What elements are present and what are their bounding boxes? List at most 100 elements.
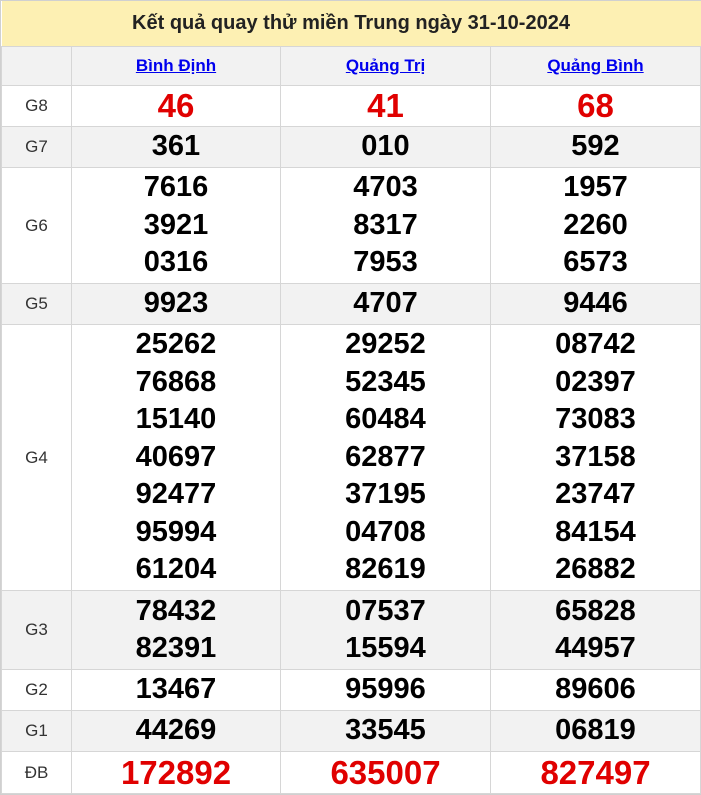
- prize-label: G3: [1, 590, 72, 670]
- prize-row-g5: G5 9923 4707 9446: [1, 283, 701, 325]
- prize-number: 61204: [135, 553, 217, 586]
- prize-label: G2: [1, 669, 72, 711]
- prize-cell-province-1: 78432 82391: [71, 590, 281, 670]
- prize-row-g6: G6 7616 3921 0316 4703 8317 7953 1957 2260 6573: [1, 167, 701, 284]
- prize-label: G8: [1, 85, 72, 127]
- prize-row-g1: G1 44269 33545 06819: [1, 710, 701, 752]
- prize-cell-province-1: 7616 3921 0316: [71, 167, 281, 284]
- prize-label: ĐB: [1, 751, 72, 794]
- prize-cell-province-1: 46: [71, 85, 281, 127]
- prize-label: G7: [1, 126, 72, 168]
- prize-cell-province-2: 95996: [280, 669, 491, 711]
- prize-number: 3921: [143, 208, 209, 241]
- prize-number: 4703: [353, 171, 418, 204]
- prize-number: 1957: [563, 171, 628, 204]
- province-link-3[interactable]: Quảng Bình: [547, 56, 643, 75]
- prize-cell-province-3: 1957 2260 6573: [490, 167, 701, 284]
- prize-cell-province-3: 592: [490, 126, 701, 168]
- prize-cell-province-3: 827497: [490, 751, 701, 794]
- header-province-2: Quảng Trị: [280, 46, 491, 86]
- prize-cell-province-2: 010: [280, 126, 491, 168]
- prize-number: 37158: [555, 440, 636, 473]
- prize-number: 41: [367, 87, 404, 125]
- prize-number: 4707: [353, 287, 418, 320]
- prize-number: 7616: [143, 171, 209, 204]
- prize-number: 635007: [330, 753, 441, 791]
- prize-number: 76868: [135, 365, 217, 398]
- prize-cell-province-2: 29252 52345 60484 62877 37195 04708 82619: [280, 324, 491, 591]
- header-province-1: Bình Định: [71, 46, 281, 86]
- prize-row-g3: G3 78432 82391 07537 15594 65828 44957: [1, 590, 701, 670]
- prize-number: 13467: [135, 673, 217, 706]
- prize-number: 04708: [345, 515, 426, 548]
- prize-number: 73083: [555, 403, 636, 436]
- prize-number: 78432: [135, 594, 217, 627]
- prize-number: 010: [361, 130, 410, 163]
- province-link-1[interactable]: Bình Định: [136, 56, 216, 75]
- prize-number: 33545: [345, 714, 426, 747]
- prize-number: 06819: [555, 714, 636, 747]
- prize-label: G1: [1, 710, 72, 752]
- prize-number: 46: [157, 87, 195, 125]
- lottery-results-table: Kết quả quay thử miền Trung ngày 31-10-2…: [1, 1, 701, 794]
- prize-number: 44269: [135, 714, 217, 747]
- prize-label: G6: [1, 167, 72, 284]
- prize-number: 95994: [135, 515, 217, 548]
- prize-number: 8317: [353, 208, 418, 241]
- prize-number: 26882: [555, 553, 636, 586]
- prize-cell-province-3: 89606: [490, 669, 701, 711]
- prize-number: 89606: [555, 673, 636, 706]
- prize-cell-province-3: 9446: [490, 283, 701, 325]
- prize-number: 07537: [345, 594, 426, 627]
- prize-number: 68: [577, 87, 614, 125]
- prize-number: 37195: [345, 478, 426, 511]
- prize-number: 2260: [563, 208, 628, 241]
- prize-number: 65828: [555, 594, 636, 627]
- prize-cell-province-2: 4703 8317 7953: [280, 167, 491, 284]
- prize-cell-province-3: 65828 44957: [490, 590, 701, 670]
- prize-label: G5: [1, 283, 72, 325]
- prize-number: 02397: [555, 365, 636, 398]
- prize-row-g8: G8 46 41 68: [1, 85, 701, 127]
- prize-cell-province-1: 13467: [71, 669, 281, 711]
- prize-cell-province-2: 41: [280, 85, 491, 127]
- prize-label: G4: [1, 324, 72, 591]
- province-link-2[interactable]: Quảng Trị: [346, 56, 425, 75]
- prize-number: 62877: [345, 440, 426, 473]
- prize-number: 6573: [563, 246, 628, 279]
- prize-number: 9923: [143, 287, 209, 320]
- prize-number: 0316: [143, 246, 209, 279]
- prize-cell-province-2: 4707: [280, 283, 491, 325]
- prize-cell-province-3: 08742 02397 73083 37158 23747 84154 26882: [490, 324, 701, 591]
- prize-cell-province-1: 172892: [71, 751, 281, 794]
- prize-cell-province-3: 68: [490, 85, 701, 127]
- prize-cell-province-1: 44269: [71, 710, 281, 752]
- prize-cell-province-2: 07537 15594: [280, 590, 491, 670]
- prize-cell-province-3: 06819: [490, 710, 701, 752]
- prize-number: 361: [151, 130, 201, 163]
- prize-number: 52345: [345, 365, 426, 398]
- prize-number: 15140: [135, 403, 217, 436]
- prize-number: 9446: [563, 287, 628, 320]
- prize-number: 92477: [135, 478, 217, 511]
- prize-number: 7953: [353, 246, 418, 279]
- header-province-3: Quảng Bình: [490, 46, 701, 86]
- prize-number: 15594: [345, 632, 426, 664]
- prize-row-g2: G2 13467 95996 89606: [1, 669, 701, 711]
- prize-cell-province-1: 361: [71, 126, 281, 168]
- prize-number: 592: [571, 130, 620, 163]
- prize-number: 60484: [345, 403, 426, 436]
- prize-number: 29252: [345, 328, 426, 361]
- prize-number: 84154: [555, 515, 636, 548]
- prize-number: 82619: [345, 553, 426, 586]
- prize-cell-province-1: 9923: [71, 283, 281, 325]
- prize-number: 08742: [555, 328, 636, 361]
- prize-number: 40697: [135, 440, 217, 473]
- prize-number: 82391: [135, 632, 217, 664]
- prize-number: 95996: [345, 673, 426, 706]
- prize-row-db: ĐB 172892 635007 827497: [1, 751, 701, 794]
- prize-number: 44957: [555, 632, 636, 664]
- prize-number: 827497: [540, 753, 651, 791]
- prize-rows: G8 46 41 68 G7 361 010 592 G6 7616 3921 0316 4703 831…: [1, 85, 701, 794]
- prize-row-g4: G4 25262 76868 15140 40697 92477 95994 61204 292…: [1, 324, 701, 591]
